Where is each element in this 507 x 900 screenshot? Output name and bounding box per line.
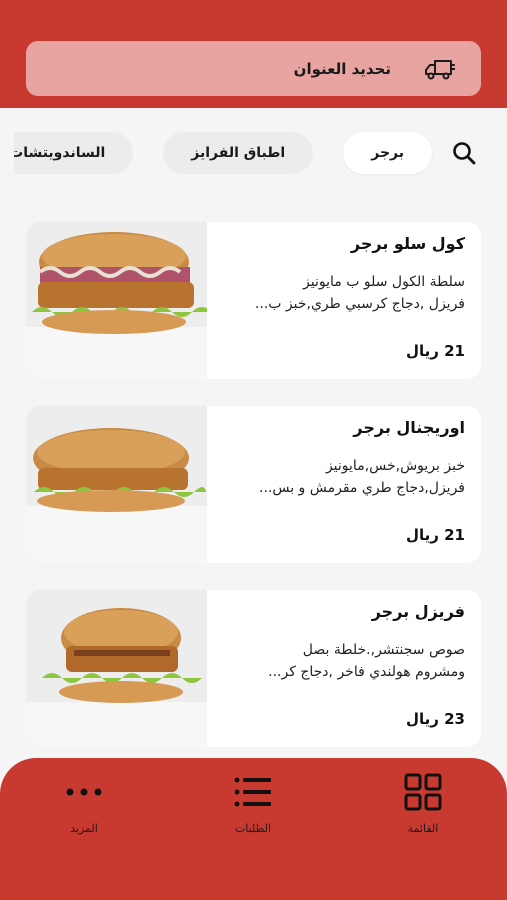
- search-button[interactable]: [444, 133, 484, 173]
- product-card[interactable]: اوريجنال برجر خبز بريوش,خس,مايونيز فريزل…: [26, 406, 481, 563]
- product-card[interactable]: فريزل برجر صوص سجنتشر,.خلطة بصل ومشروم ه…: [26, 590, 481, 747]
- header: تحديد العنوان: [0, 0, 507, 108]
- product-description: فريزل ,دجاج كرسبي طري,خبز ب...: [254, 296, 465, 312]
- product-description: فريزل,دجاج طري مقرمش و بس...: [259, 480, 465, 496]
- grid-icon: [404, 773, 442, 811]
- list-icon: [234, 777, 271, 807]
- product-info: فريزل برجر صوص سجنتشر,.خلطة بصل ومشروم ه…: [217, 602, 465, 742]
- product-price: 21 ريال: [405, 342, 465, 360]
- burger-image: [26, 590, 207, 747]
- address-selector[interactable]: تحديد العنوان: [26, 41, 481, 96]
- burger-image: [26, 222, 207, 379]
- address-label: تحديد العنوان: [293, 59, 391, 78]
- product-description: سلطة الكول سلو ب مايونيز: [303, 274, 465, 290]
- more-dots-icon: [66, 788, 102, 796]
- product-info: كول سلو برجر سلطة الكول سلو ب مايونيز فر…: [217, 234, 465, 374]
- delivery-truck-icon: [425, 59, 455, 79]
- product-description: ومشروم هولندي فاخر ,دجاج كر...: [268, 664, 465, 680]
- search-icon: [453, 142, 476, 165]
- nav-label-more: المزيد: [70, 822, 98, 835]
- product-price: 23 ريال: [405, 710, 465, 728]
- product-card[interactable]: كول سلو برجر سلطة الكول سلو ب مايونيز فر…: [26, 222, 481, 379]
- nav-label-menu: القائمة: [407, 822, 439, 835]
- nav-item-orders[interactable]: الطلبات: [203, 770, 303, 835]
- burger-image: [26, 406, 207, 563]
- product-title: كول سلو برجر: [350, 234, 465, 253]
- product-description: صوص سجنتشر,.خلطة بصل: [302, 642, 465, 658]
- product-description: خبز بريوش,خس,مايونيز: [325, 458, 465, 474]
- product-title: فريزل برجر: [371, 602, 465, 621]
- nav-item-menu[interactable]: القائمة: [373, 770, 473, 835]
- category-chip-burger[interactable]: برجر: [343, 132, 432, 174]
- nav-label-orders: الطلبات: [234, 822, 272, 835]
- nav-item-more[interactable]: المزيد: [34, 770, 134, 835]
- product-title: اوريجنال برجر: [353, 418, 465, 437]
- category-bar: برجر اطباق الفرايز الساندويتشات: [14, 130, 484, 176]
- product-price: 21 ريال: [405, 526, 465, 544]
- category-chip-fries[interactable]: اطباق الفرايز: [163, 132, 314, 174]
- bottom-navigation: القائمة الطلبات المزيد: [0, 758, 507, 900]
- product-info: اوريجنال برجر خبز بريوش,خس,مايونيز فريزل…: [217, 418, 465, 558]
- category-chip-sandwiches[interactable]: الساندويتشات: [14, 132, 134, 174]
